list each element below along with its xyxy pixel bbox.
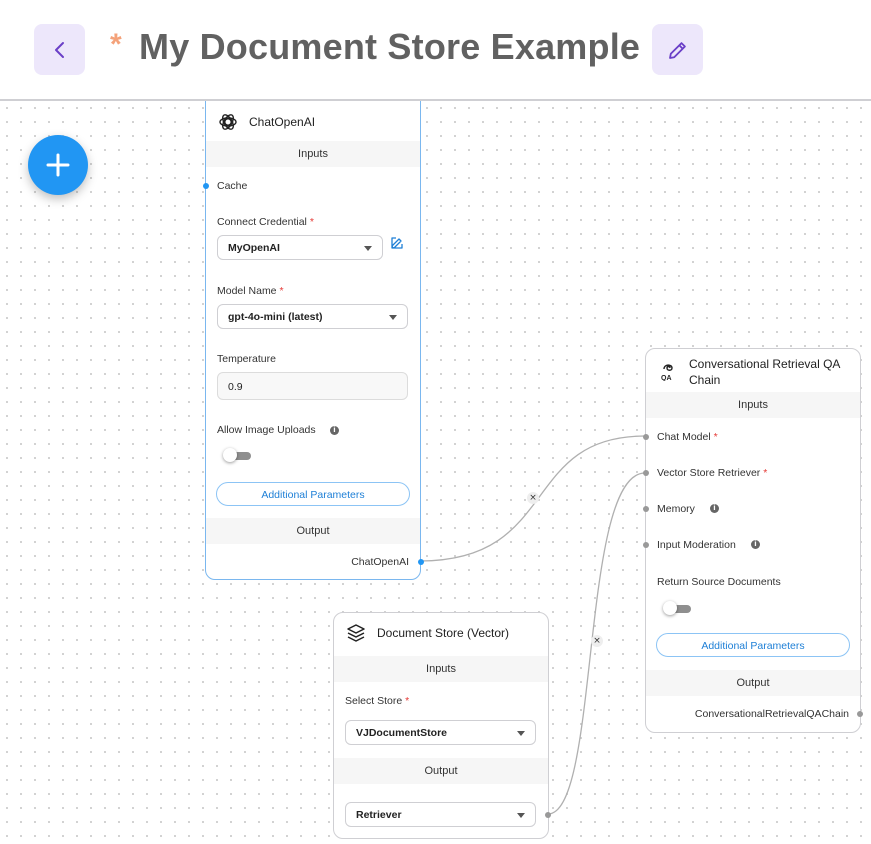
inputs-header: Inputs <box>334 656 548 682</box>
info-icon[interactable]: i <box>330 426 339 435</box>
input-moderation-label: Input Moderation <box>657 539 736 551</box>
output-type-select[interactable]: Retriever <box>345 802 536 827</box>
cache-input-handle[interactable] <box>203 183 209 189</box>
credential-label: Connect Credential * <box>217 216 314 228</box>
return-source-documents-toggle[interactable] <box>663 601 693 615</box>
caret-down-icon <box>389 315 397 320</box>
chatopenai-output-handle[interactable] <box>418 559 424 565</box>
node-title: Conversational Retrieval QA Chain <box>689 357 841 387</box>
node-header: Document Store (Vector) <box>334 613 548 653</box>
qa-chain-icon: QA <box>661 364 673 381</box>
image-uploads-toggle[interactable] <box>223 448 253 462</box>
edge-delete-button[interactable]: × <box>591 635 603 647</box>
caret-down-icon <box>364 246 372 251</box>
additional-parameters-button[interactable]: Additional Parameters <box>216 482 410 506</box>
output-chatopenai-label: ChatOpenAI <box>351 556 409 568</box>
node-document-store-vector[interactable]: Document Store (Vector) Inputs Select St… <box>333 612 551 839</box>
plus-icon <box>46 153 70 177</box>
vector-store-retriever-input-handle[interactable] <box>643 470 649 476</box>
qa-chain-output-handle[interactable] <box>857 711 863 717</box>
vector-store-retriever-label: Vector Store Retriever * <box>657 467 768 479</box>
model-name-select[interactable]: gpt-4o-mini (latest) <box>217 304 408 329</box>
pencil-icon <box>668 41 686 59</box>
output-qa-chain-label: ConversationalRetrievalQAChain <box>694 708 849 720</box>
output-header: Output <box>646 670 860 696</box>
back-button[interactable] <box>34 24 85 75</box>
caret-down-icon <box>517 731 525 736</box>
node-conversational-retrieval-qa-chain[interactable]: QA Conversational Retrieval QA Chain Inpu… <box>643 348 863 733</box>
output-header: Output <box>206 518 420 544</box>
chevron-left-icon <box>54 41 64 58</box>
temperature-input[interactable]: 0.9 <box>217 372 408 400</box>
node-title: Document Store (Vector) <box>377 626 510 640</box>
inputs-header: Inputs <box>206 141 420 167</box>
edge-delete-button[interactable]: × <box>527 492 539 504</box>
layers-icon <box>347 624 365 642</box>
openai-icon <box>219 114 237 130</box>
info-icon[interactable]: i <box>710 504 719 513</box>
inputs-header: Inputs <box>646 392 860 418</box>
edit-credential-icon[interactable] <box>390 236 404 250</box>
memory-label: Memory <box>657 503 695 515</box>
flow-title: My Document Store Example <box>139 26 641 67</box>
output-header: Output <box>334 758 548 784</box>
temperature-label: Temperature <box>217 353 276 365</box>
add-node-button[interactable] <box>28 135 88 195</box>
input-moderation-input-handle[interactable] <box>643 542 649 548</box>
unsaved-indicator: * <box>110 28 122 61</box>
chat-model-input-handle[interactable] <box>643 434 649 440</box>
svg-text:QA: QA <box>661 375 672 381</box>
retriever-output-handle[interactable] <box>545 812 551 818</box>
store-select[interactable]: VJDocumentStore <box>345 720 536 745</box>
node-header: QA Conversational Retrieval QA Chain <box>646 349 860 395</box>
node-header: ChatOpenAI <box>206 102 420 142</box>
cache-label: Cache <box>217 180 248 192</box>
edit-title-button[interactable] <box>652 24 703 75</box>
node-title: ChatOpenAI <box>249 115 316 129</box>
memory-input-handle[interactable] <box>643 506 649 512</box>
select-store-label: Select Store * <box>345 695 410 707</box>
return-source-documents-label: Return Source Documents <box>657 576 781 588</box>
model-name-label: Model Name * <box>217 285 284 297</box>
flow-canvas[interactable]: × × ChatOpenAI Inputs Cache Connect Cred… <box>0 101 871 844</box>
node-chatopenai[interactable]: ChatOpenAI Inputs Cache Connect Credenti… <box>203 101 424 580</box>
caret-down-icon <box>517 813 525 818</box>
credential-select[interactable]: MyOpenAI <box>217 235 383 260</box>
info-icon[interactable]: i <box>751 540 760 549</box>
image-uploads-label: Allow Image Uploads <box>217 424 316 436</box>
additional-parameters-button[interactable]: Additional Parameters <box>656 633 850 657</box>
chat-model-label: Chat Model * <box>657 431 718 443</box>
canvas-header: * My Document Store Example <box>0 0 871 101</box>
